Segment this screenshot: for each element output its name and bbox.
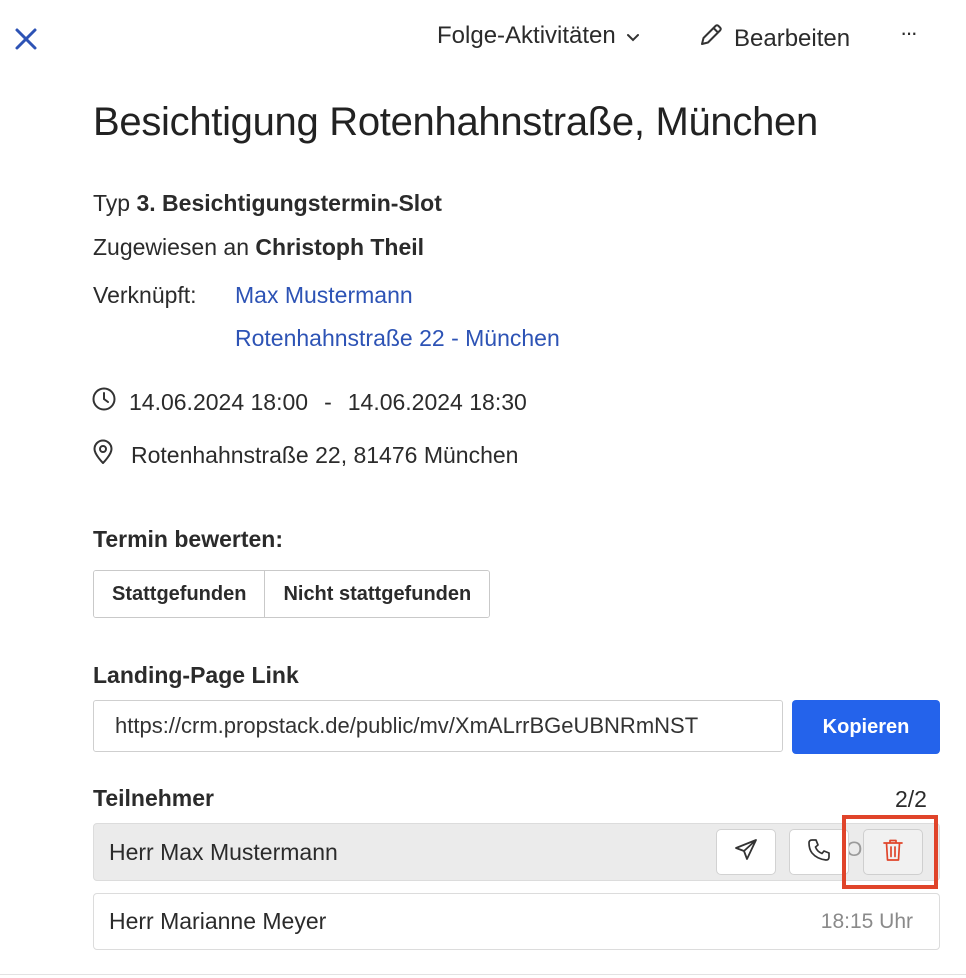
participant-name: Herr Max Mustermann [109,838,338,865]
rating-segmented-control: Stattgefunden Nicht stattgefunden [93,570,491,618]
assigned-line: Zugewiesen an Christoph Theil [93,234,424,261]
start-time: 14.06.2024 18:00 [129,388,309,415]
rating-heading: Termin bewerten: [93,526,283,552]
range-separator: - [324,388,332,415]
more-options-button[interactable]: ··· [900,20,918,46]
phone-icon [806,837,832,868]
edit-label: Bearbeiten [734,24,851,52]
participants-count: 2/2 [895,786,927,812]
divider [0,974,966,975]
landing-page-url: https://crm.propstack.de/public/mv/XmALr… [115,713,699,738]
type-label: Typ [93,190,131,216]
close-icon[interactable] [12,25,40,53]
follow-up-label: Folge-Aktivitäten [437,22,616,49]
edit-button[interactable]: Bearbeiten [698,22,850,55]
assigned-label: Zugewiesen an [93,234,249,260]
participant-time: 18:15 Uhr [820,909,913,933]
clock-icon [91,386,117,418]
rating-took-place-button[interactable]: Stattgefunden [94,571,265,617]
end-time: 14.06.2024 18:30 [347,388,527,415]
more-icon: ··· [900,20,918,45]
delete-button-highlight [842,815,938,889]
assigned-value: Christoph Theil [255,234,425,260]
landing-page-url-field[interactable]: https://crm.propstack.de/public/mv/XmALr… [93,700,783,752]
pencil-icon [698,22,724,55]
address-text: Rotenhahnstraße 22, 81476 München [131,441,519,468]
send-icon [733,837,759,868]
chevron-down-icon [626,22,640,50]
call-button[interactable] [789,829,849,875]
linked-property-link[interactable]: Rotenhahnstraße 22 - München [235,325,560,352]
landing-page-heading: Landing-Page Link [93,662,299,688]
type-line: Typ 3. Besichtigungstermin-Slot [93,190,442,217]
linked-contact-link[interactable]: Max Mustermann [235,282,413,309]
page-title: Besichtigung Rotenhahnstraße, München [93,100,818,144]
date-range: 14.06.2024 18:00 - 14.06.2024 18:30 [91,386,527,418]
location-pin-icon [91,439,115,471]
follow-up-activities-dropdown[interactable]: Folge-Aktivitäten [437,22,640,50]
type-value: 3. Besichtigungstermin-Slot [136,190,442,216]
participant-row[interactable]: Herr Marianne Meyer 18:15 Uhr [93,893,940,950]
participant-name: Herr Marianne Meyer [109,908,327,934]
send-invite-button[interactable] [716,829,776,875]
linked-label: Verknüpft: [93,282,197,308]
rating-not-took-place-button[interactable]: Nicht stattgefunden [264,571,490,617]
participants-heading: Teilnehmer [93,785,214,811]
address: Rotenhahnstraße 22, 81476 München [91,439,518,471]
copy-button[interactable]: Kopieren [792,700,940,754]
